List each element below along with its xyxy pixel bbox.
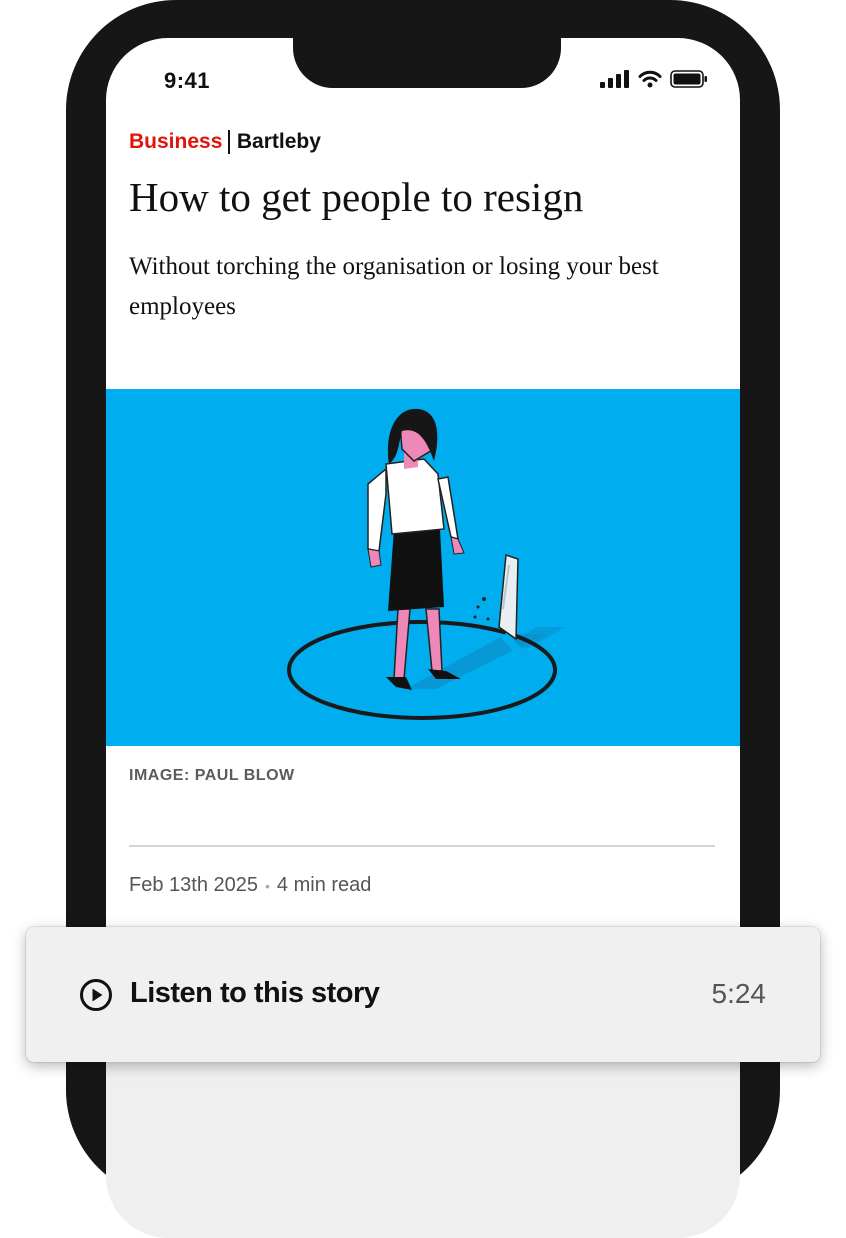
lower-content bbox=[106, 1063, 740, 1238]
notch bbox=[293, 38, 561, 88]
play-icon[interactable] bbox=[79, 978, 113, 1012]
battery-icon bbox=[670, 70, 707, 88]
illustration bbox=[287, 408, 566, 720]
column-link[interactable]: Bartleby bbox=[237, 130, 321, 154]
hero-illustration bbox=[106, 389, 740, 746]
status-icons bbox=[600, 70, 708, 88]
status-time: 9:41 bbox=[164, 68, 211, 93]
article-header: Business Bartleby How to get people to r… bbox=[129, 130, 719, 327]
standfirst: Without torching the organisation or los… bbox=[129, 253, 659, 320]
listen-to-story-bar[interactable]: Listen to this story 5:24 bbox=[26, 927, 820, 1062]
audio-duration: 5:24 bbox=[711, 978, 767, 1009]
meta-separator: • bbox=[265, 877, 270, 894]
headline: How to get people to resign bbox=[129, 174, 584, 220]
section-separator bbox=[228, 130, 230, 154]
read-time: 4 min read bbox=[276, 874, 372, 896]
wifi-icon bbox=[638, 70, 662, 88]
signal-icon bbox=[600, 70, 629, 88]
section-line: Business Bartleby bbox=[129, 130, 719, 154]
divider bbox=[129, 845, 715, 847]
image-caption: IMAGE: PAUL BLOW bbox=[129, 767, 295, 784]
publish-date: Feb 13th 2025 bbox=[129, 874, 258, 896]
section-link[interactable]: Business bbox=[129, 130, 222, 154]
listen-label: Listen to this story bbox=[130, 977, 380, 1009]
article-meta: Feb 13th 2025 • 4 min read bbox=[129, 874, 371, 897]
